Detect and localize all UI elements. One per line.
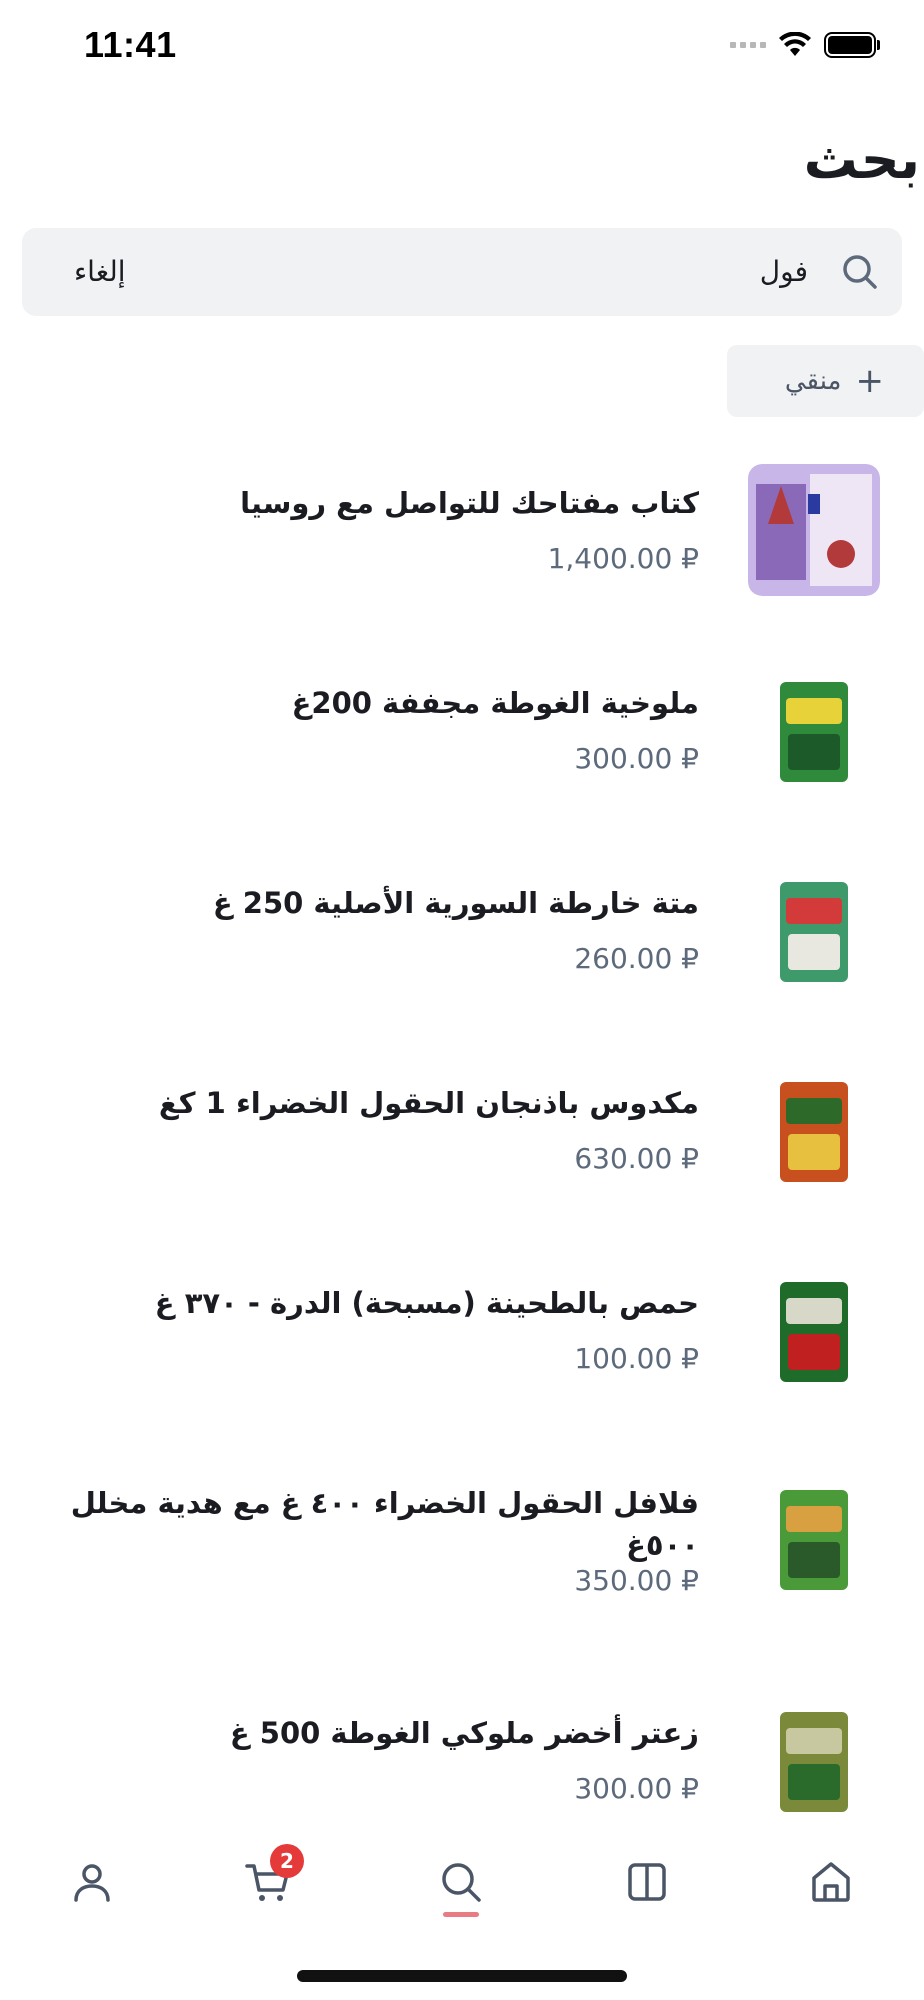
product-image bbox=[748, 1264, 880, 1396]
status-bar: 11:41 bbox=[0, 0, 924, 100]
product-name: زعتر أخضر ملوكي الغوطة 500 غ bbox=[229, 1716, 699, 1750]
product-image bbox=[748, 1064, 880, 1196]
tab-search[interactable] bbox=[421, 1842, 501, 1922]
battery-icon bbox=[824, 32, 880, 58]
search-input[interactable]: فول bbox=[760, 248, 808, 296]
product-name: متة خارطة السورية الأصلية 250 غ bbox=[212, 886, 699, 920]
tab-cart[interactable]: 2 bbox=[228, 1842, 308, 1922]
cancel-button[interactable]: إلغاء bbox=[74, 248, 126, 296]
product-item[interactable]: كتاب مفتاحك للتواصل مع روسيا 1,400.00 ₽ bbox=[0, 440, 924, 640]
product-price: 100.00 ₽ bbox=[574, 1342, 699, 1375]
product-name: ملوخية الغوطة مجففة 200غ bbox=[291, 686, 699, 720]
page-title: بحث bbox=[803, 128, 920, 191]
book-icon bbox=[628, 1863, 666, 1901]
product-image bbox=[748, 1472, 880, 1604]
tab-catalog[interactable] bbox=[607, 1842, 687, 1922]
active-tab-indicator bbox=[443, 1912, 479, 1917]
product-name: كتاب مفتاحك للتواصل مع روسيا bbox=[240, 486, 699, 520]
product-item[interactable]: متة خارطة السورية الأصلية 250 غ 260.00 ₽ bbox=[0, 840, 924, 1040]
status-icons bbox=[730, 32, 880, 58]
wifi-icon bbox=[779, 32, 811, 56]
home-indicator bbox=[297, 1970, 627, 1982]
search-bar[interactable]: فول إلغاء bbox=[22, 228, 902, 316]
plus-icon: + bbox=[855, 361, 885, 401]
status-time: 11:41 bbox=[84, 24, 177, 65]
filter-button[interactable]: منقي + bbox=[727, 345, 924, 417]
product-image bbox=[748, 864, 880, 996]
product-price: 630.00 ₽ bbox=[574, 1142, 699, 1175]
product-image bbox=[748, 1694, 880, 1820]
filter-label: منقي bbox=[784, 366, 842, 396]
cart-badge: 2 bbox=[270, 1844, 304, 1878]
product-item[interactable]: زعتر أخضر ملوكي الغوطة 500 غ 300.00 ₽ bbox=[0, 1670, 924, 1820]
product-price: 1,400.00 ₽ bbox=[547, 542, 699, 575]
product-item[interactable]: حمص بالطحينة (مسبحة) الدرة - ٣٧٠ غ 100.00… bbox=[0, 1240, 924, 1440]
product-image bbox=[748, 664, 880, 796]
search-icon bbox=[840, 252, 880, 292]
product-list: كتاب مفتاحك للتواصل مع روسيا 1,400.00 ₽ مل… bbox=[0, 440, 924, 1820]
tab-home[interactable] bbox=[791, 1842, 871, 1922]
user-icon bbox=[74, 1864, 110, 1902]
product-price: 260.00 ₽ bbox=[574, 942, 699, 975]
product-price: 300.00 ₽ bbox=[574, 742, 699, 775]
product-item[interactable]: ملوخية الغوطة مجففة 200غ 300.00 ₽ bbox=[0, 640, 924, 840]
search-icon bbox=[442, 1863, 481, 1902]
home-icon bbox=[812, 1862, 850, 1902]
tab-profile[interactable] bbox=[52, 1842, 132, 1922]
product-price: 350.00 ₽ bbox=[574, 1564, 699, 1597]
product-image bbox=[748, 464, 880, 596]
product-name: حمص بالطحينة (مسبحة) الدرة - ٣٧٠ غ bbox=[154, 1286, 699, 1320]
product-name: فلافل الحقول الخضراء ٤٠٠ غ مع هدية مخلل … bbox=[70, 1486, 699, 1562]
product-item[interactable]: مكدوس باذنجان الحقول الخضراء 1 كغ 630.00 … bbox=[0, 1040, 924, 1240]
product-price: 300.00 ₽ bbox=[574, 1772, 699, 1805]
product-item[interactable]: فلافل الحقول الخضراء ٤٠٠ غ مع هدية مخلل … bbox=[0, 1440, 924, 1640]
cellular-signal-icon bbox=[730, 42, 766, 48]
product-name: مكدوس باذنجان الحقول الخضراء 1 كغ bbox=[158, 1086, 699, 1120]
